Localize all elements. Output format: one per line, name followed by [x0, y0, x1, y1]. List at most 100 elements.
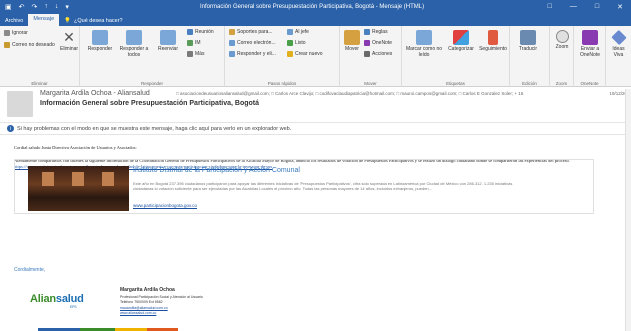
maximize-button[interactable]: □: [595, 3, 599, 11]
delete-button[interactable]: ✕ Eliminar: [60, 30, 78, 53]
redo-icon[interactable]: ↷: [32, 3, 38, 11]
onenote-move-label: OneNote: [372, 40, 393, 46]
ignore-button[interactable]: Ignorar: [4, 30, 28, 36]
link-preview-card[interactable]: Instituto Distrital de la Participación …: [14, 159, 594, 214]
preview-title[interactable]: Instituto Distrital de la Participación …: [133, 167, 300, 174]
rules-button[interactable]: Reglas: [364, 29, 388, 35]
quickstep-3-label: Responder y eli...: [237, 51, 276, 57]
reply-button[interactable]: Responder: [85, 30, 115, 53]
onenote-icon: [364, 40, 370, 46]
actions-label: Acciones: [372, 51, 393, 57]
group-edicion: Traducir Edición: [510, 26, 550, 87]
down-icon[interactable]: ↓: [55, 3, 59, 11]
group-label-responder: Responder: [140, 81, 163, 86]
categorize-label: Categorizar: [448, 46, 474, 52]
im-button[interactable]: IM: [187, 40, 201, 46]
ribbon-options-button[interactable]: □: [548, 3, 552, 11]
quickstep-5[interactable]: Listo: [287, 40, 306, 46]
mark-unread-button[interactable]: Marcar como no leído: [405, 30, 443, 58]
reply-all-button[interactable]: Responder a todos: [118, 30, 150, 58]
translate-label: Traducir: [518, 46, 538, 52]
info-bar-text: Si hay problemas con el modo en que se m…: [17, 125, 292, 132]
folder-icon: [229, 29, 235, 35]
outlook-message-window: ▣ ↶ ↷ ↑ ↓ ▾ Información General sobre Pr…: [0, 0, 631, 331]
meeting-label: Reunión: [195, 29, 214, 35]
magnifier-icon: [555, 30, 569, 43]
categorize-icon: [453, 30, 469, 45]
categorize-button[interactable]: Categorizar: [444, 30, 478, 53]
customize-icon[interactable]: ▾: [65, 3, 69, 11]
group-mover: Mover Reglas OneNote Acciones Mover: [340, 26, 402, 87]
tab-archivo[interactable]: Archivo: [0, 16, 28, 26]
translate-icon: [520, 30, 536, 45]
preview-thumbnail: [28, 166, 129, 211]
lightbulb-icon: 💡: [64, 18, 71, 24]
quickstep-3[interactable]: Responder y eli...: [229, 51, 276, 57]
group-label-mover: Mover: [364, 81, 377, 86]
check-icon: [287, 40, 293, 46]
ideas-button[interactable]: Ideas Viva: [608, 29, 629, 58]
recipients-list[interactable]: □ asociaciondeusuariosaliansalud@gmail.c…: [176, 91, 596, 96]
message-subject: Información General sobre Presupuestació…: [40, 100, 260, 107]
move-icon: [344, 30, 360, 45]
preview-link[interactable]: www.participacionbogota.gov.co: [133, 203, 197, 208]
delete-label: Eliminar: [60, 46, 79, 52]
group-label-onenote: OneNote: [580, 81, 599, 86]
translate-button[interactable]: Traducir: [515, 30, 541, 53]
save-icon[interactable]: ▣: [5, 3, 12, 11]
scrollbar[interactable]: [625, 89, 631, 331]
reply-all-label: Responder a todos: [119, 46, 149, 58]
sender-name[interactable]: Margarita Ardila Ochoa - Aliansalud: [40, 90, 150, 97]
quickstep-1[interactable]: Soportes para...: [229, 29, 273, 35]
reply-label: Responder: [87, 46, 113, 52]
group-label-etiquetas: Etiquetas: [446, 81, 465, 86]
tell-me-box[interactable]: 💡 ¿Qué desea hacer?: [59, 16, 127, 26]
undo-icon[interactable]: ↶: [19, 3, 25, 11]
reply-all-icon: [126, 30, 142, 45]
quickstep-4-label: Al jefe: [295, 29, 309, 35]
more-button[interactable]: Más: [187, 51, 204, 57]
quickstep-6[interactable]: Crear nuevo: [287, 51, 323, 57]
quickstep-2[interactable]: Correo electrón...: [229, 40, 276, 46]
signature-web[interactable]: www.aliansalud.com.co: [120, 311, 203, 316]
group-label-edicion: Edición: [522, 81, 537, 86]
ignore-label: Ignorar: [12, 30, 28, 36]
onenote-move-button[interactable]: OneNote: [364, 40, 392, 46]
move-button[interactable]: Mover: [343, 30, 361, 53]
message-header: Margarita Ardila Ochoa - Aliansalud □ as…: [0, 89, 631, 123]
im-icon: [187, 40, 193, 46]
actions-button[interactable]: Acciones: [364, 51, 392, 57]
ideas-icon: [610, 29, 627, 46]
more-icon: [187, 51, 193, 57]
ignore-icon: [4, 30, 10, 36]
meeting-button[interactable]: Reunión: [187, 29, 214, 35]
group-label-zoom: Zoom: [555, 81, 568, 86]
group-responder: Responder Responder a todos Reenviar Reu…: [80, 26, 225, 87]
tab-mensaje[interactable]: Mensaje: [28, 14, 60, 26]
signature: Aliansalud EPS Margarita Ardila Ochoa Pr…: [30, 287, 210, 317]
followup-label: Seguimiento: [479, 46, 507, 52]
zoom-button[interactable]: Zoom: [553, 30, 571, 51]
close-button[interactable]: ✕: [617, 3, 623, 11]
up-icon[interactable]: ↑: [44, 3, 48, 11]
quickstep-6-label: Crear nuevo: [295, 51, 323, 57]
group-etiquetas: Marcar como no leído Categorizar Seguimi…: [402, 26, 510, 87]
junk-icon: [4, 42, 10, 48]
quickstep-1-label: Soportes para...: [237, 29, 273, 35]
forward-manager-icon: [287, 29, 293, 35]
window-controls: □ — □ ✕: [548, 3, 623, 11]
onenote-send-icon: [582, 30, 598, 45]
group-label-pasos: Pasos rápidos: [267, 81, 297, 86]
forward-button[interactable]: Reenviar: [154, 30, 182, 53]
quickstep-4[interactable]: Al jefe: [287, 29, 309, 35]
followup-button[interactable]: Seguimiento: [478, 30, 508, 53]
minimize-button[interactable]: —: [570, 3, 577, 11]
send-onenote-button[interactable]: Enviar a OneNote: [576, 30, 604, 58]
info-bar[interactable]: i Si hay problemas con el modo en que se…: [0, 123, 631, 135]
junk-button[interactable]: Correo no deseado: [4, 42, 55, 48]
zoom-label: Zoom: [555, 44, 569, 50]
im-label: IM: [195, 40, 201, 46]
quick-access-toolbar: ▣ ↶ ↷ ↑ ↓ ▾: [0, 3, 69, 11]
signature-name: Margarita Ardila Ochoa: [120, 287, 175, 293]
reply-icon: [92, 30, 108, 45]
